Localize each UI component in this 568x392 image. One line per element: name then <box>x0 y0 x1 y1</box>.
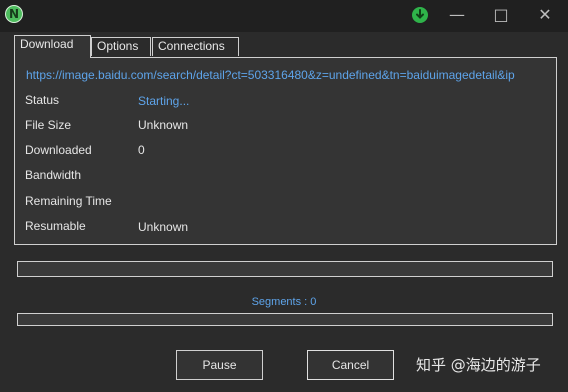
watermark: 知乎 @海边的游子 <box>416 356 541 374</box>
download-window: N — □ ✕ Download Options Connections htt… <box>0 0 568 392</box>
downloaded-label: Downloaded <box>25 143 92 157</box>
download-info-panel: https://image.baidu.com/search/detail?ct… <box>14 57 557 245</box>
tab-download[interactable]: Download <box>14 35 91 58</box>
download-progress-bar <box>17 261 553 277</box>
status-label: Status <box>25 93 60 107</box>
resumable-value: Unknown <box>138 220 189 234</box>
resumable-label: Resumable <box>25 219 86 233</box>
tab-connections[interactable]: Connections <box>152 37 239 56</box>
green-download-icon <box>412 7 428 23</box>
close-button[interactable]: ✕ <box>522 0 568 32</box>
download-arrow-icon <box>416 9 424 19</box>
download-url: https://image.baidu.com/search/detail?ct… <box>26 68 515 82</box>
n-logo-icon: N <box>5 5 23 23</box>
downloaded-value: 0 <box>138 143 145 157</box>
minimize-button[interactable]: — <box>434 0 480 32</box>
tab-options[interactable]: Options <box>91 37 151 56</box>
file-size-label: File Size <box>25 118 72 132</box>
bandwidth-label: Bandwidth <box>25 168 82 182</box>
file-size-value: Unknown <box>138 118 189 132</box>
segments-progress-bar <box>17 313 553 326</box>
segments-count: Segments : 0 <box>251 296 317 308</box>
remaining-time-label: Remaining Time <box>25 194 112 208</box>
title-bar: N — □ ✕ <box>0 0 568 32</box>
cancel-button[interactable]: Cancel <box>307 350 394 380</box>
pause-button[interactable]: Pause <box>176 350 263 380</box>
maximize-button[interactable]: □ <box>478 0 524 32</box>
status-value: Starting... <box>138 94 190 108</box>
